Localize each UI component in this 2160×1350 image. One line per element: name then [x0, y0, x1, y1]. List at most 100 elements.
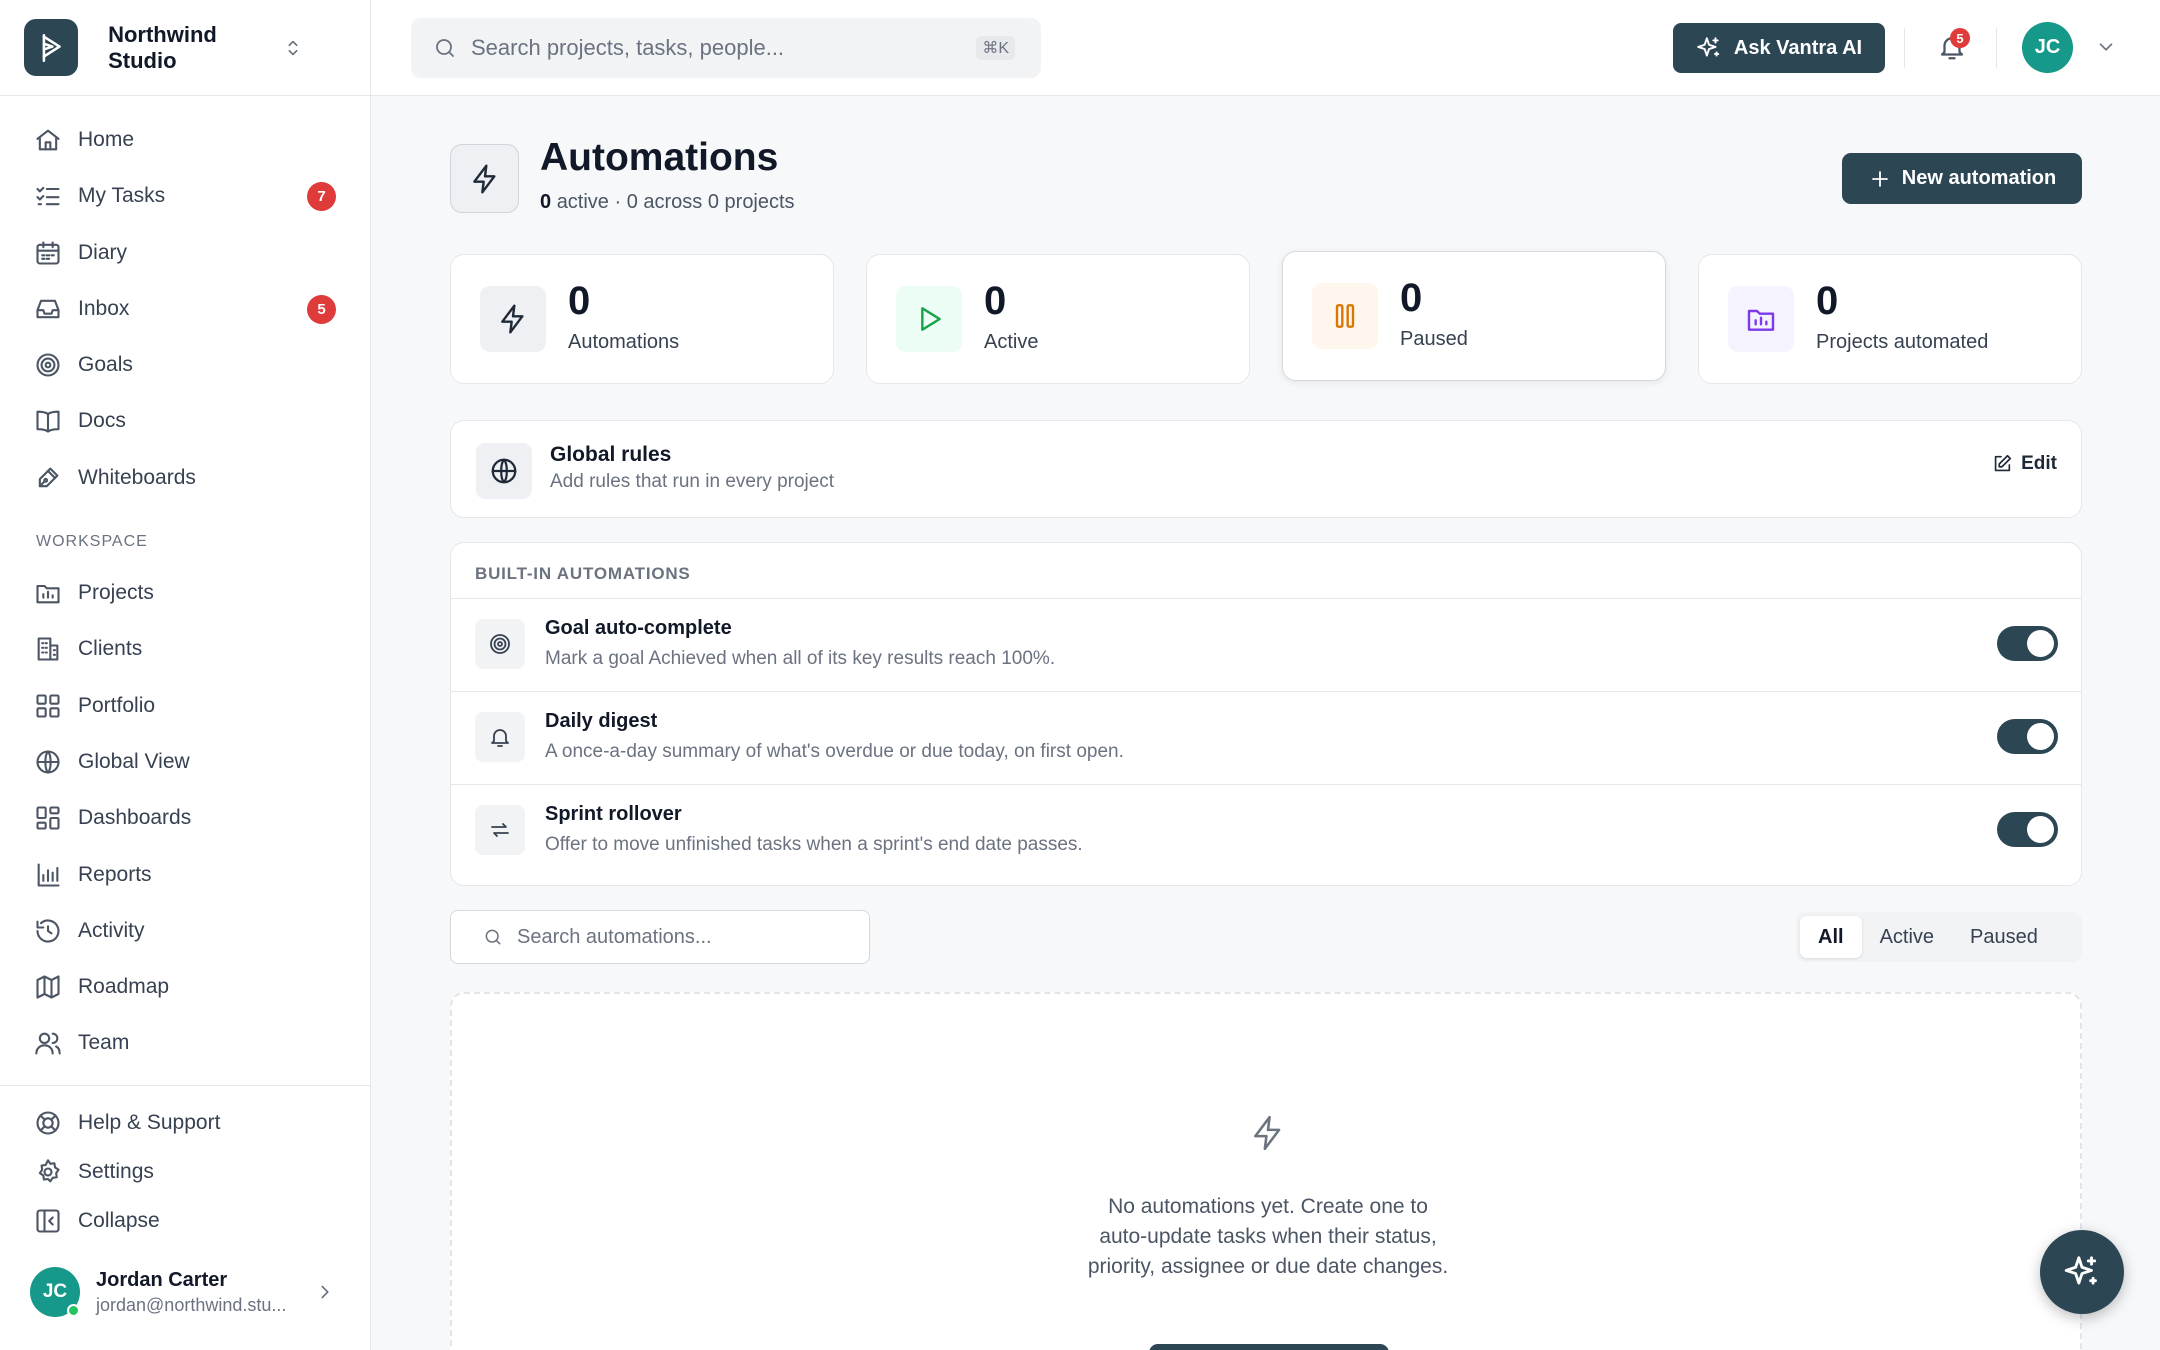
inbox-icon [34, 295, 62, 323]
builtin-row-goal-auto-complete: Goal auto-complete Mark a goal Achieved … [451, 598, 2081, 691]
builtin-description: A once-a-day summary of what's overdue o… [545, 741, 1124, 762]
page-subtitle: 0 active · 0 across 0 projects [540, 191, 795, 214]
nav-item-label: Clients [78, 637, 143, 660]
pause-icon [1312, 283, 1378, 349]
nav-item-label: Inbox [78, 297, 130, 320]
nav-item-label: Activity [78, 919, 145, 942]
search-placeholder: Search automations... [517, 925, 712, 948]
edit-global-rules-button[interactable]: Edit [1991, 453, 2057, 475]
global-rules-title: Global rules [550, 443, 672, 466]
global-search-input[interactable]: Search projects, tasks, people... ⌘K [411, 18, 1041, 78]
empty-state: No automations yet. Create one to auto-u… [450, 992, 2082, 1350]
nav-item-label: Portfolio [78, 694, 156, 717]
pen-icon [34, 464, 62, 492]
bar-chart-icon [34, 861, 62, 889]
chevron-up-down-icon [282, 37, 304, 59]
builtin-title: Sprint rollover [545, 803, 682, 825]
dashboard-icon [34, 804, 62, 832]
builtin-row-sprint-rollover: Sprint rollover Offer to move unfinished… [451, 784, 2081, 877]
nav-item-clients[interactable]: Clients [0, 625, 370, 673]
stat-value: 0 [1816, 279, 1839, 323]
nav-item-global-view[interactable]: Global View [0, 738, 370, 786]
nav-item-help-support[interactable]: Help & Support [0, 1099, 370, 1147]
filter-tab-all[interactable]: All [1800, 916, 1862, 958]
nav-item-label: Projects [78, 581, 154, 604]
notifications-badge: 5 [1950, 28, 1970, 48]
home-icon [34, 126, 62, 154]
page-title: Automations [540, 136, 779, 179]
empty-line: No automations yet. Create one to [1108, 1195, 1428, 1218]
stat-value: 0 [568, 279, 591, 323]
nav-item-portfolio[interactable]: Portfolio [0, 682, 370, 730]
workspace-section-title: WORKSPACE [36, 533, 148, 550]
nav-item-reports[interactable]: Reports [0, 851, 370, 899]
nav-item-whiteboards[interactable]: Whiteboards [0, 454, 370, 502]
stat-card-paused: 0 Paused [1282, 251, 1666, 381]
stat-value: 0 [984, 279, 1007, 323]
ask-ai-button[interactable]: Ask Vantra AI [1673, 23, 1885, 73]
empty-line: priority, assignee or due date changes. [1087, 1255, 1449, 1278]
empty-state-message: No automations yet. Create one to auto-u… [1018, 1192, 1518, 1282]
nav-item-docs[interactable]: Docs [0, 397, 370, 445]
filter-tab-active[interactable]: Active [1862, 916, 1952, 958]
list-check-icon [34, 182, 62, 210]
nav-item-my-tasks[interactable]: My Tasks 7 [0, 172, 370, 220]
user-name: Jordan Carter [96, 1268, 228, 1291]
map-icon [34, 973, 62, 1001]
target-icon [475, 619, 525, 669]
active-count: 0 [540, 191, 552, 213]
stat-label: Paused [1400, 328, 1468, 350]
chevron-down-icon[interactable] [2095, 36, 2117, 58]
avatar: JC [30, 1267, 80, 1317]
nav-item-label: Whiteboards [78, 466, 196, 489]
nav-item-projects[interactable]: Projects [0, 569, 370, 617]
nav-item-dashboards[interactable]: Dashboards [0, 794, 370, 842]
nav-item-goals[interactable]: Goals [0, 341, 370, 389]
nav-item-diary[interactable]: Diary [0, 229, 370, 277]
nav-item-settings[interactable]: Settings [0, 1148, 370, 1196]
new-automation-label: New automation [1901, 167, 2057, 189]
users-icon [34, 1029, 62, 1057]
empty-line: auto-update tasks when their status, [1099, 1225, 1437, 1248]
user-menu[interactable]: JC Jordan Carter jordan@northwind.stu... [0, 1258, 370, 1326]
edit-label: Edit [2021, 453, 2057, 474]
workspace-switcher[interactable]: Northwind Studio [0, 0, 370, 96]
nav-item-roadmap[interactable]: Roadmap [0, 963, 370, 1011]
grid-icon [34, 692, 62, 720]
header-avatar[interactable]: JC [2022, 22, 2073, 73]
daily-digest-toggle[interactable] [1997, 719, 2058, 754]
book-icon [34, 407, 62, 435]
global-rules-subtitle: Add rules that run in every project [550, 471, 835, 492]
folder-chart-icon [1728, 286, 1794, 352]
nav-item-inbox[interactable]: Inbox 5 [0, 285, 370, 333]
count-badge: 5 [307, 294, 336, 324]
nav-item-home[interactable]: Home [0, 116, 370, 164]
bolt-icon [480, 286, 546, 352]
bell-icon [475, 712, 525, 762]
automations-search-input[interactable]: Search automations... [450, 910, 870, 964]
nav-item-activity[interactable]: Activity [0, 907, 370, 955]
stat-card-automations: 0 Automations [450, 254, 834, 384]
search-icon [483, 927, 503, 947]
play-icon [896, 286, 962, 352]
stat-label: Projects automated [1816, 331, 1989, 353]
keyboard-shortcut-hint: ⌘K [976, 36, 1015, 60]
plus-icon [1868, 167, 1902, 191]
stat-label: Active [984, 331, 1039, 353]
stat-card-projects-automated: 0 Projects automated [1698, 254, 2082, 384]
sprint-rollover-toggle[interactable] [1997, 812, 2058, 847]
nav-item-collapse[interactable]: Collapse [0, 1197, 370, 1245]
nav-item-team[interactable]: Team [0, 1019, 370, 1067]
count-badge: 7 [307, 181, 336, 211]
builtin-description: Offer to move unfinished tasks when a sp… [545, 834, 1083, 855]
sparkles-icon [2063, 1253, 2101, 1291]
top-bar: Search projects, tasks, people... ⌘K Ask… [371, 0, 2160, 96]
new-automation-button[interactable]: New automation [1842, 153, 2082, 204]
ai-assistant-fab[interactable] [2040, 1230, 2124, 1314]
collapse-sidebar-icon [34, 1207, 62, 1235]
filter-tab-paused[interactable]: Paused [1952, 916, 2056, 958]
gear-icon [34, 1158, 62, 1186]
empty-state-create-button[interactable] [1149, 1344, 1389, 1350]
chevron-right-icon [314, 1281, 336, 1303]
goal-auto-complete-toggle[interactable] [1997, 626, 2058, 661]
